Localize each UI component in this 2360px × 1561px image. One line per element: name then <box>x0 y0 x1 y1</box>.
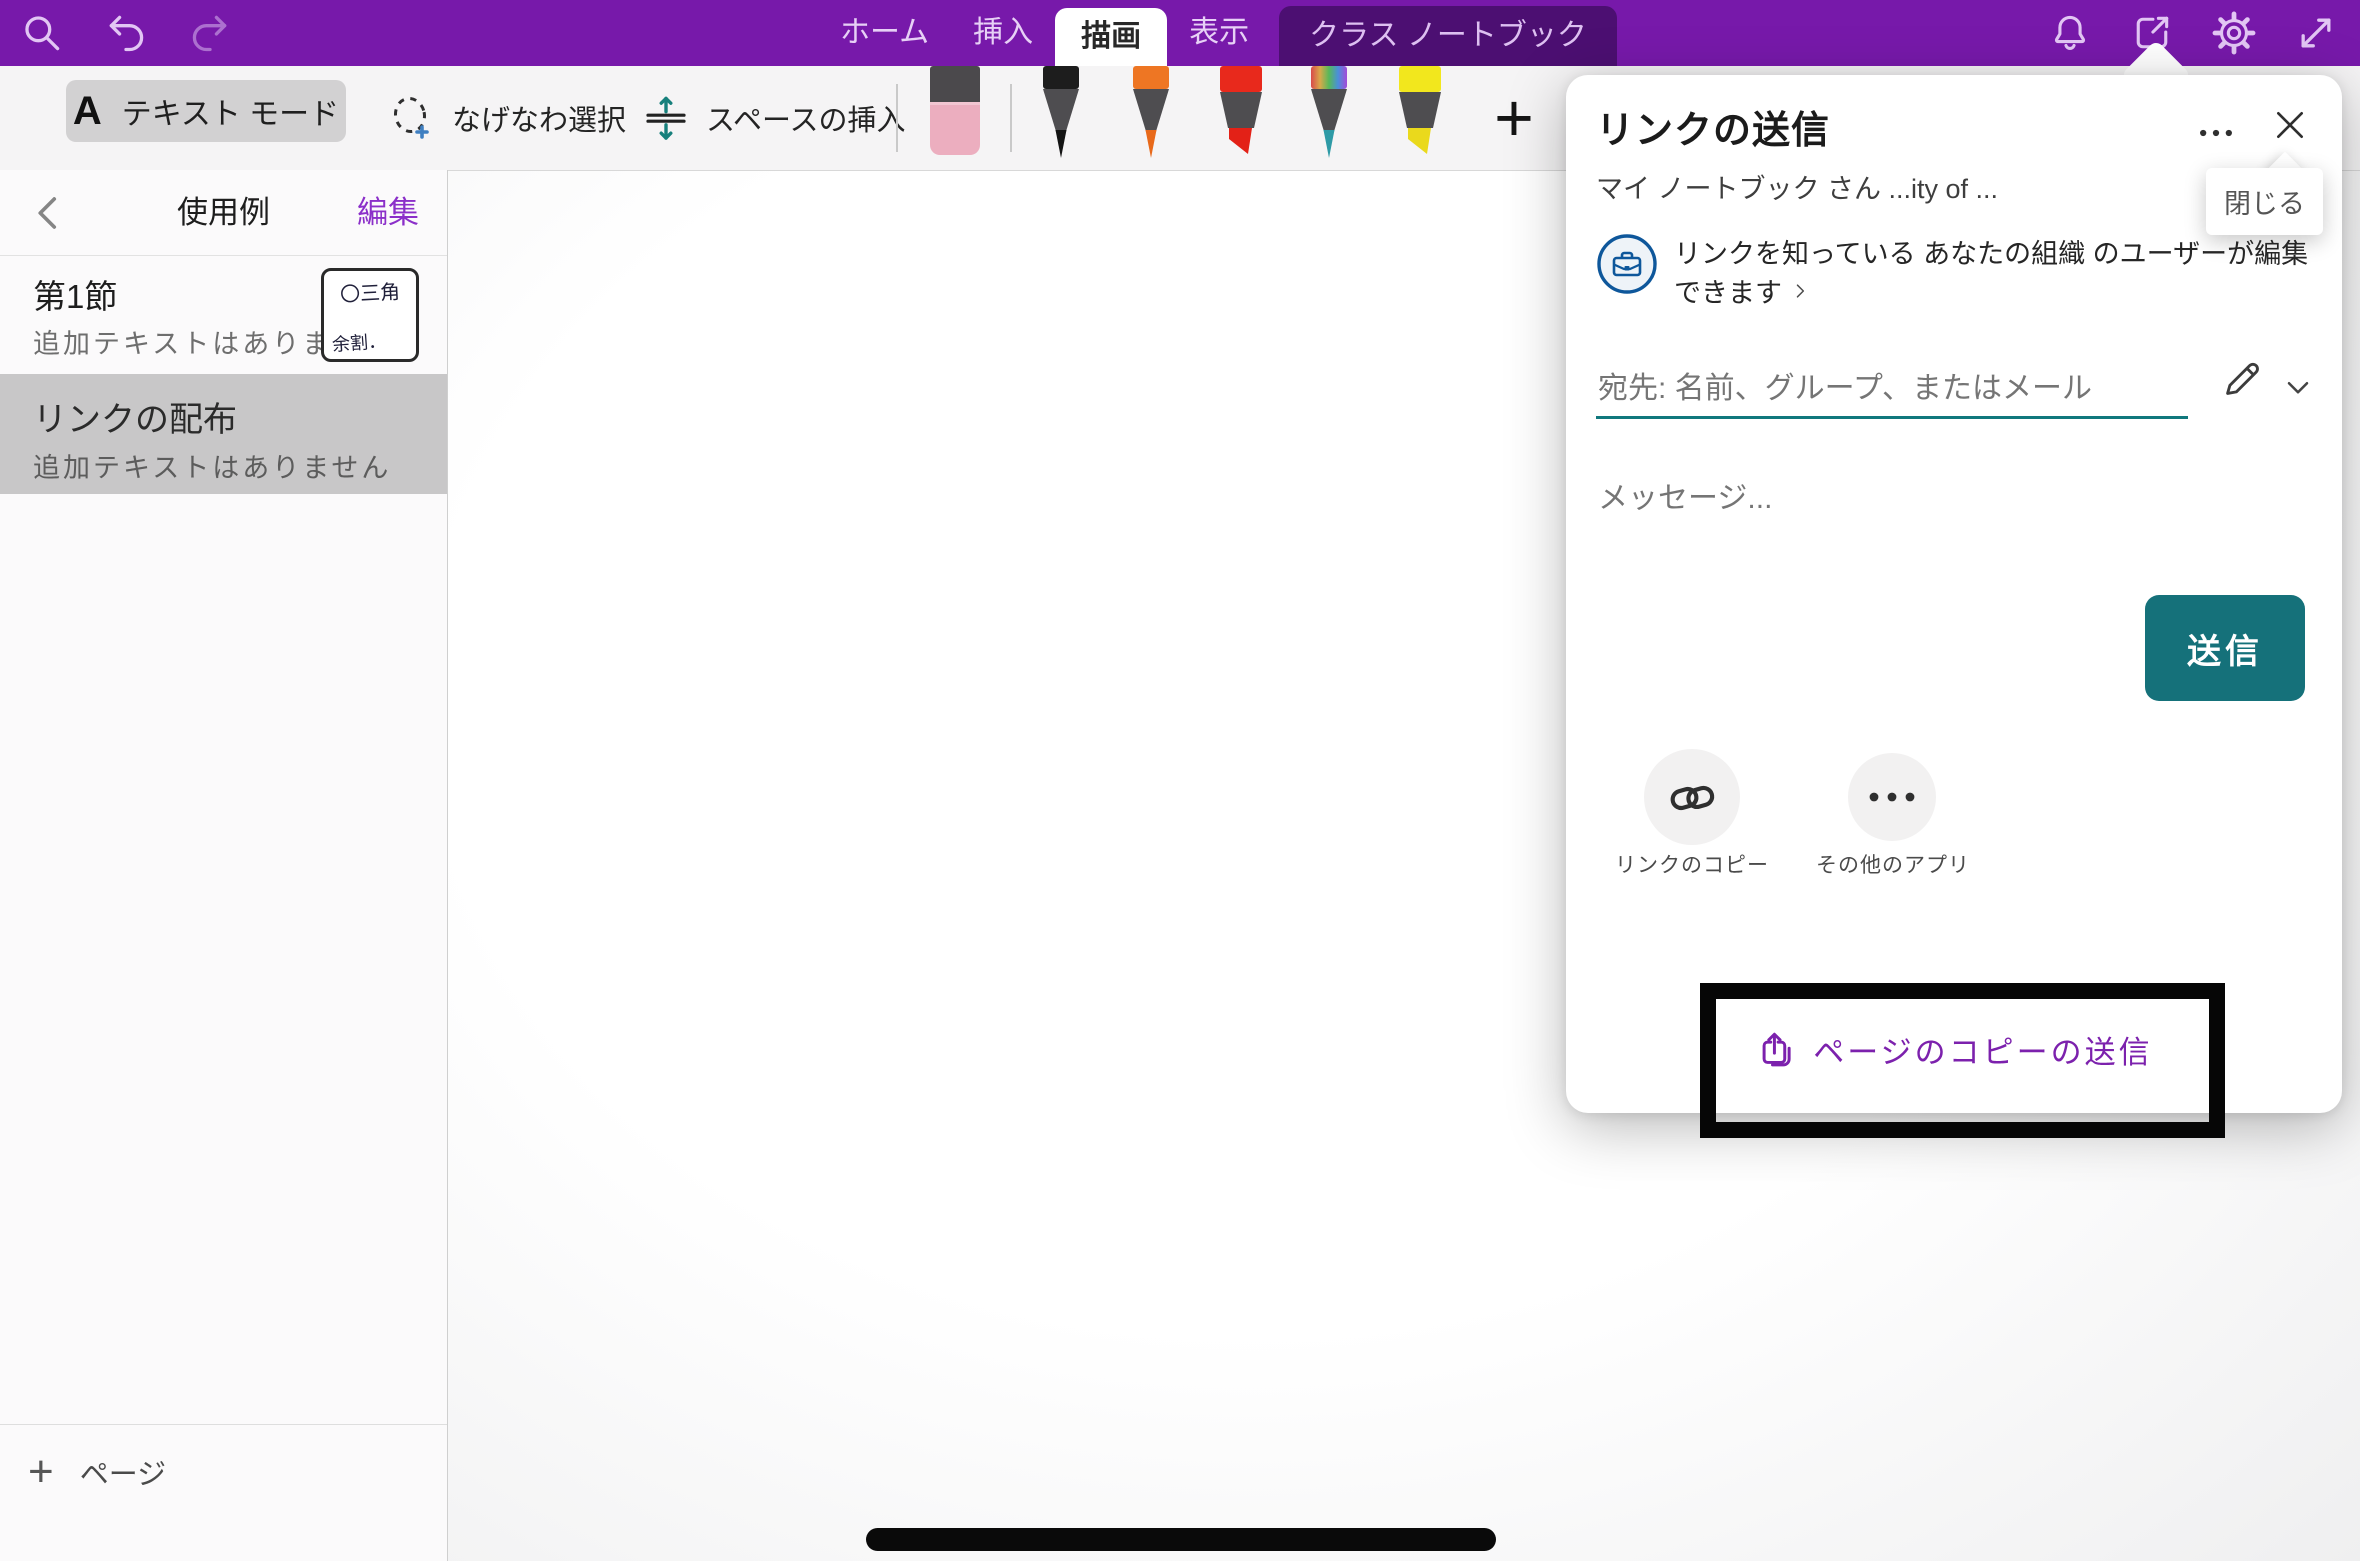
chevron-right-icon <box>1790 281 1810 305</box>
chevron-down-icon[interactable] <box>2280 369 2316 405</box>
page-subtitle: 追加テキストはありま… <box>33 322 362 361</box>
text-mode-a-icon: A <box>73 89 102 134</box>
tab-home[interactable]: ホーム <box>818 0 951 66</box>
text-mode-button[interactable]: A テキスト モード <box>66 80 346 142</box>
toolbar-divider <box>1010 84 1012 152</box>
ribbon-tabs: ホーム 挿入 描画 表示 クラス ノートブック <box>818 0 1617 66</box>
tab-draw[interactable]: 描画 <box>1055 8 1167 66</box>
more-apps-button[interactable] <box>1848 753 1936 841</box>
insert-space-icon <box>642 94 690 142</box>
thumbnail-ink-line: 〇三角 <box>323 275 416 309</box>
settings-gear-icon[interactable] <box>2212 11 2256 55</box>
pencil-icon[interactable] <box>2218 357 2264 403</box>
page-subtitle: 追加テキストはありません <box>33 446 391 485</box>
insert-space-label: スペースの挿入 <box>706 97 906 139</box>
close-tooltip: 閉じる <box>2206 168 2323 235</box>
page-list-sidebar: 使用例 編集 第1節 追加テキストはありま… 〇三角 余割． リンクの配布 追加… <box>0 170 448 1561</box>
tab-class-notebook[interactable]: クラス ノートブック <box>1279 6 1617 66</box>
notifications-bell-icon[interactable] <box>2048 11 2092 55</box>
red-marker-tool[interactable] <box>1217 66 1265 160</box>
text-mode-label: テキスト モード <box>122 89 339 133</box>
add-page-label: ページ <box>80 1451 166 1493</box>
top-app-bar: ホーム 挿入 描画 表示 クラス ノートブック <box>0 0 2360 66</box>
lasso-select-button[interactable]: なげなわ選択 <box>388 66 626 170</box>
send-page-copy-button[interactable]: ページのコピーの送信 <box>1566 1027 2342 1072</box>
plus-icon: + <box>28 1447 54 1497</box>
orange-pen-tool[interactable] <box>1128 66 1174 160</box>
sidebar-footer: + ページ <box>0 1424 447 1561</box>
eraser-cap <box>930 66 980 102</box>
edit-button[interactable]: 編集 <box>357 170 419 255</box>
organization-briefcase-icon <box>1596 233 1658 295</box>
thumbnail-ink-line: 余割． <box>331 327 387 357</box>
topbar-left-icons <box>20 0 232 66</box>
eraser-tool[interactable] <box>930 66 980 155</box>
more-options-icon[interactable] <box>2194 111 2238 155</box>
recipient-underline <box>1596 416 2188 419</box>
black-pen-tool[interactable] <box>1038 66 1084 160</box>
page-list-item-selected[interactable]: リンクの配布 追加テキストはありません <box>0 374 447 494</box>
tab-insert[interactable]: 挿入 <box>951 0 1055 66</box>
home-indicator[interactable] <box>866 1528 1496 1551</box>
close-icon[interactable] <box>2270 105 2310 145</box>
rainbow-pen-tool[interactable] <box>1306 66 1352 160</box>
send-page-copy-label: ページのコピーの送信 <box>1813 1027 2152 1072</box>
recipient-input[interactable]: 宛先: 名前、グループ、またはメール <box>1598 363 2092 407</box>
add-pen-button[interactable]: + <box>1484 66 1544 170</box>
redo-icon[interactable] <box>188 11 232 55</box>
permission-description: リンクを知っている あなたの組織 のユーザーが編集できます <box>1674 233 2316 313</box>
page-title: リンクの配布 <box>33 392 237 441</box>
send-button[interactable]: 送信 <box>2145 595 2305 701</box>
share-page-copy-icon <box>1755 1029 1797 1071</box>
copy-link-label: リンクのコピー <box>1592 849 1792 879</box>
insert-space-button[interactable]: スペースの挿入 <box>642 66 906 170</box>
resize-icon[interactable] <box>2294 11 2338 55</box>
message-input[interactable]: メッセージ... <box>1598 473 1772 517</box>
link-permission-row[interactable]: リンクを知っている あなたの組織 のユーザーが編集できます <box>1596 233 2316 313</box>
sidebar-header: 使用例 編集 <box>0 170 447 256</box>
toolbar-divider <box>896 84 898 152</box>
lasso-label: なげなわ選択 <box>452 97 626 139</box>
tab-view[interactable]: 表示 <box>1167 0 1271 66</box>
topbar-right-icons <box>2048 0 2338 66</box>
yellow-highlighter-tool[interactable] <box>1396 66 1444 160</box>
search-icon[interactable] <box>20 11 64 55</box>
undo-icon[interactable] <box>104 11 148 55</box>
link-icon <box>1667 772 1717 822</box>
lasso-icon <box>388 94 436 142</box>
dialog-title: リンクの送信 <box>1596 99 1830 154</box>
add-page-button[interactable]: + ページ <box>28 1447 166 1497</box>
page-list-item[interactable]: 第1節 追加テキストはありま… 〇三角 余割． <box>0 256 447 374</box>
eraser-body <box>930 102 980 155</box>
page-title: 第1節 <box>33 270 117 318</box>
more-apps-label: その他のアプリ <box>1798 849 1988 879</box>
copy-link-button[interactable] <box>1644 749 1740 845</box>
page-thumbnail: 〇三角 余割． <box>321 268 419 362</box>
send-link-dialog: リンクの送信 マイ ノートブック さん ...ity of ... 閉じる リン… <box>1566 75 2342 1113</box>
dialog-subtitle: マイ ノートブック さん ...ity of ... <box>1596 167 1998 206</box>
ellipsis-icon <box>1864 787 1920 807</box>
